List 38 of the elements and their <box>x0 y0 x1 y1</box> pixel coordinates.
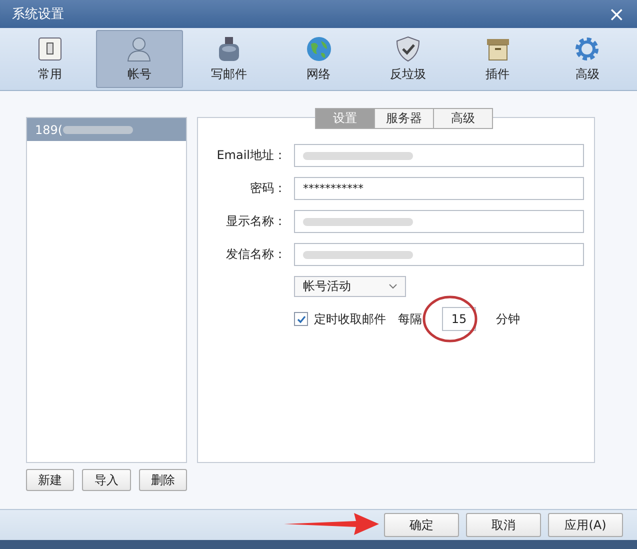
chevron-down-icon <box>389 284 397 289</box>
close-button[interactable]: × <box>604 4 629 24</box>
dialog-button[interactable]: 确定 <box>384 513 459 537</box>
account-button[interactable]: 新建 <box>26 469 74 491</box>
field-label: Email地址： <box>216 147 286 164</box>
window-title: 系统设置 <box>12 6 64 23</box>
toolbar-button[interactable]: 插件 <box>454 30 542 88</box>
toolbar-button[interactable]: 写邮件 <box>185 30 273 88</box>
dialog-button[interactable]: 应用(A) <box>548 513 623 537</box>
field-label: 发信名称： <box>225 246 286 263</box>
toolbar-button[interactable]: 常用 <box>6 30 94 88</box>
field-label: 显示名称： <box>225 213 286 230</box>
account-name: 189( <box>35 122 63 136</box>
field-label: 密码： <box>249 180 286 197</box>
checkbox-label: 定时收取邮件 <box>314 310 386 328</box>
status-dropdown[interactable]: 帐号活动 <box>294 276 406 297</box>
unit-label: 分钟 <box>496 310 520 328</box>
interval-label: 每隔 <box>398 310 422 328</box>
dialog-button[interactable]: 取消 <box>466 513 541 537</box>
account-button[interactable]: 删除 <box>138 469 187 491</box>
toolbar-button[interactable]: 网络 <box>274 30 362 88</box>
settings-icon <box>573 35 602 63</box>
input-field[interactable] <box>294 144 584 167</box>
shield-check-icon <box>394 35 422 63</box>
tab[interactable]: 服务器 <box>374 108 434 129</box>
interval-field[interactable]: 15 <box>442 307 476 331</box>
globe-icon <box>304 35 333 63</box>
input-field[interactable]: *********** <box>294 177 584 200</box>
tab[interactable]: 高级 <box>433 108 493 129</box>
input-field[interactable] <box>294 210 584 233</box>
input-field[interactable] <box>294 243 584 266</box>
device-icon <box>36 35 64 63</box>
checkbox[interactable] <box>294 312 308 326</box>
toolbar-button[interactable]: 高级 <box>543 30 632 88</box>
account-button[interactable]: 导入 <box>82 469 131 491</box>
toolbar-button[interactable]: 帐号 <box>96 30 184 88</box>
person-icon <box>125 35 154 63</box>
toolbar-button[interactable]: 反垃圾 <box>364 30 452 88</box>
